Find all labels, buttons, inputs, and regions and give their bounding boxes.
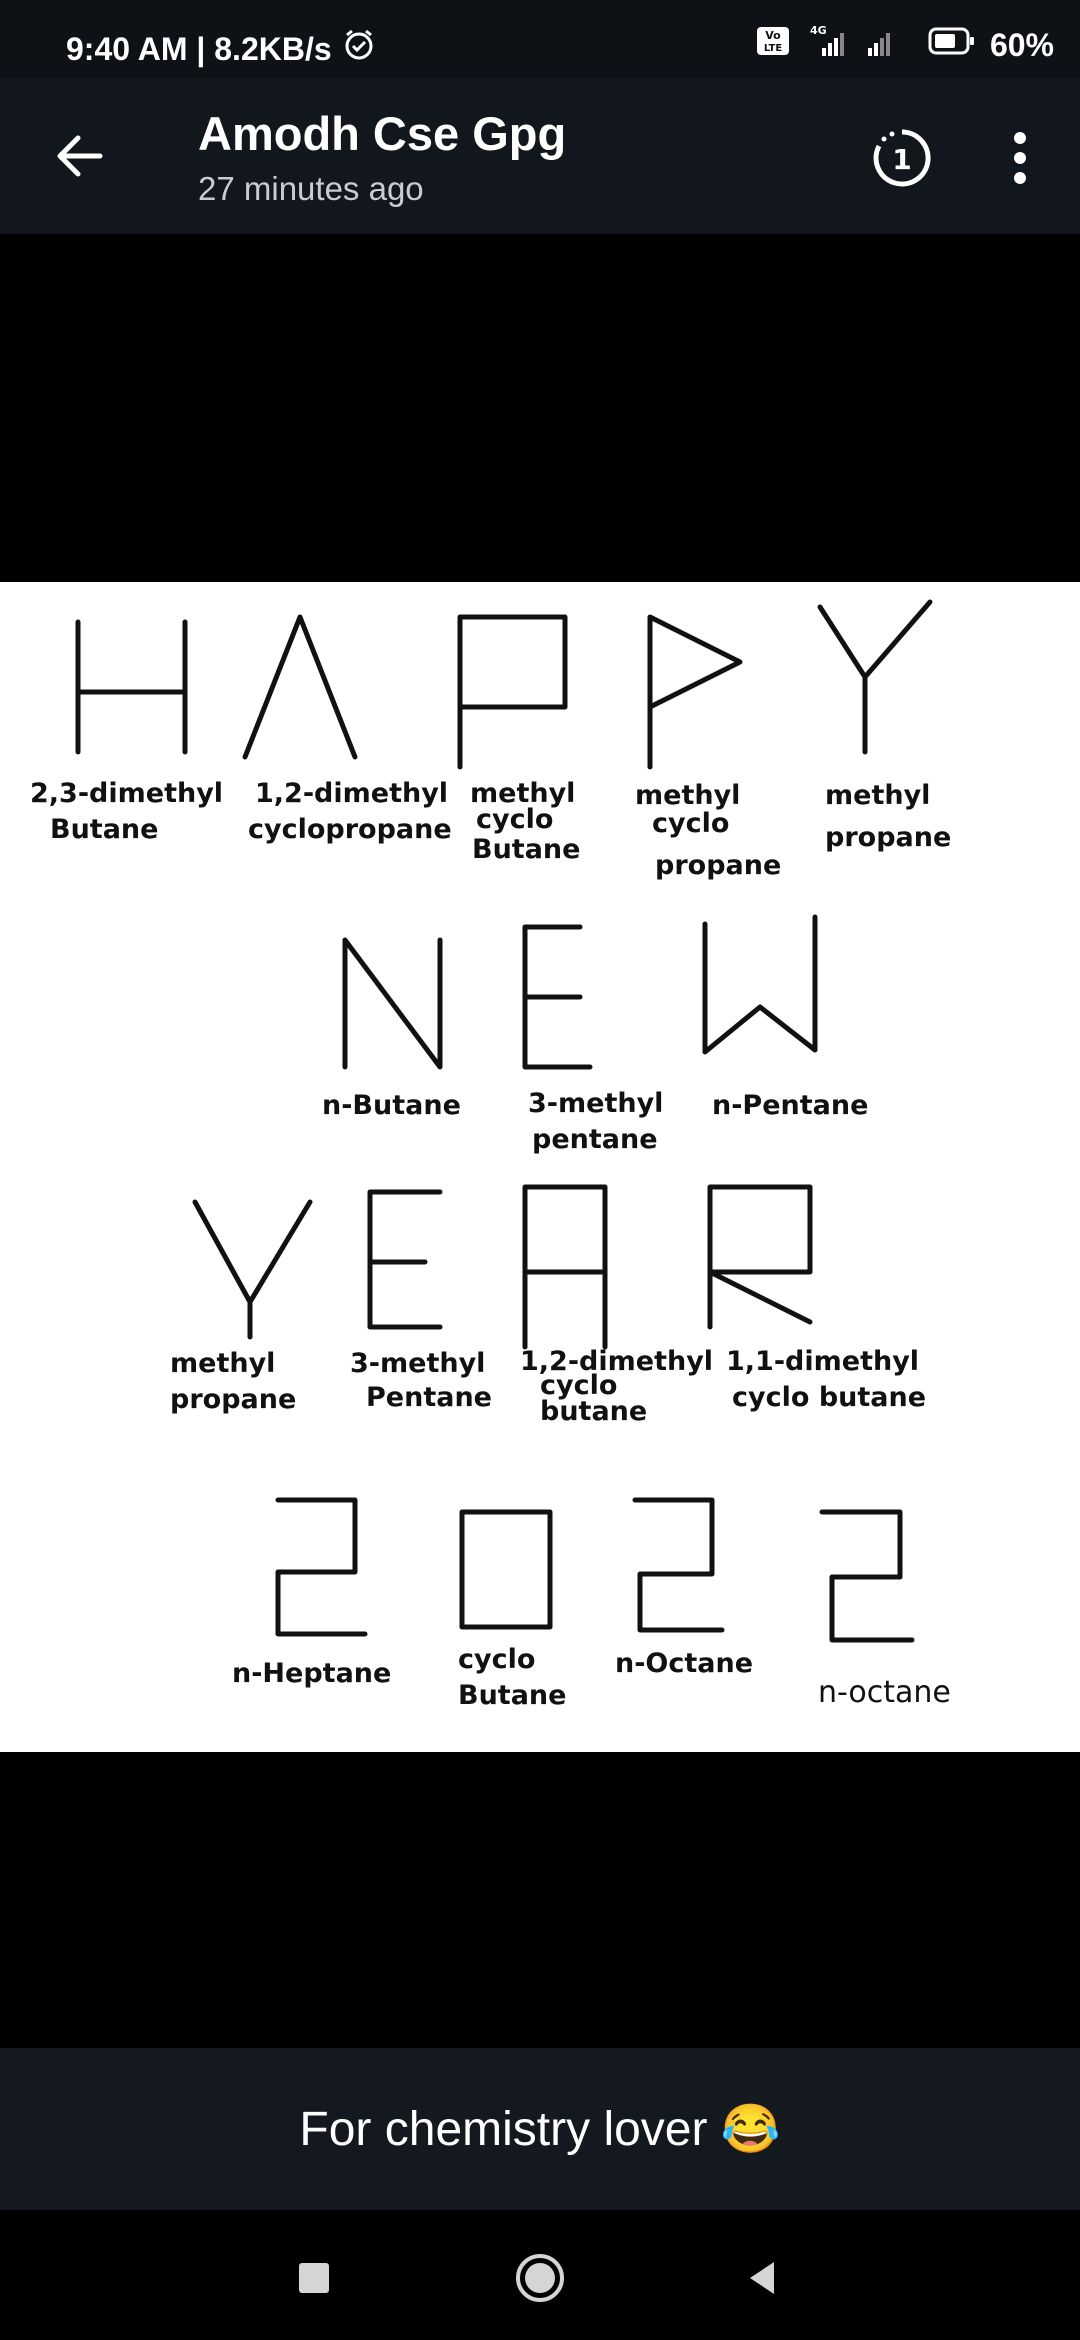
label-p2-line2: cyclo <box>652 808 729 839</box>
battery-icon <box>928 26 976 64</box>
label-p2-line1: methyl <box>635 780 740 811</box>
status-left: 9:40 AM | 8.2KB/s <box>66 28 376 70</box>
status-time-speed: 9:40 AM | 8.2KB/s <box>66 30 332 67</box>
letter-p-1 <box>457 614 568 770</box>
digit-2-1 <box>275 1497 368 1637</box>
label-a-line2: cyclopropane <box>248 814 452 845</box>
signal-icon: 4G <box>804 24 914 66</box>
label-0-line2: Butane <box>458 1680 566 1711</box>
caption-text: For chemistry lover 😂 <box>299 2103 781 2156</box>
label-r-line2: cyclo butane <box>732 1382 926 1413</box>
letter-a-2 <box>522 1184 608 1350</box>
label-y1-line1: methyl <box>825 780 930 811</box>
label-a-line1: 1,2-dimethyl <box>255 778 448 809</box>
timer-label: 1 <box>892 143 911 176</box>
svg-text:Vo: Vo <box>765 29 781 42</box>
letter-e-2 <box>367 1189 443 1330</box>
svg-text:LTE: LTE <box>764 43 783 54</box>
letter-p-2 <box>647 614 743 770</box>
battery-percent: 60% <box>989 26 1054 63</box>
digit-0 <box>459 1509 553 1630</box>
volte-icon: Vo LTE <box>756 26 790 64</box>
letter-h <box>75 619 188 755</box>
label-p1-line2: cyclo <box>476 804 553 835</box>
letter-n <box>342 937 443 1070</box>
label-y2-line2: propane <box>170 1384 296 1415</box>
letter-y-1 <box>817 599 933 755</box>
label-n-line1: n-Butane <box>322 1090 461 1121</box>
digit-2-3 <box>819 1509 915 1643</box>
status-bar: 9:40 AM | 8.2KB/s Vo LTE 4G 60% <box>0 0 1080 78</box>
letter-r <box>707 1184 813 1330</box>
label-2-2-line1: n-Octane <box>615 1648 753 1679</box>
back-icon[interactable] <box>734 2248 794 2308</box>
shared-photo: 2,3-dimethyl Butane 1,2-dimethyl cyclopr… <box>0 582 1080 1752</box>
recent-apps-icon[interactable] <box>284 2248 344 2308</box>
label-2-3-line1: n-octane <box>818 1675 951 1710</box>
label-y2-line1: methyl <box>170 1348 275 1379</box>
label-h-line1: 2,3-dimethyl <box>30 778 223 809</box>
letter-a <box>242 614 358 760</box>
label-h-line2: Butane <box>50 814 158 845</box>
label-e1-line2: pentane <box>532 1124 658 1155</box>
label-r-line1: 1,1-dimethyl <box>726 1346 919 1377</box>
sender-name: Amodh Cse Gpg <box>198 107 567 160</box>
label-p1-line3: Butane <box>472 834 580 865</box>
label-e2-line2: Pentane <box>366 1382 492 1413</box>
letter-e-1 <box>522 924 593 1070</box>
timestamp: 27 minutes ago <box>198 170 424 207</box>
back-arrow-icon[interactable] <box>48 124 112 188</box>
caption-bar: For chemistry lover 😂 <box>0 2048 1080 2210</box>
more-vert-icon[interactable] <box>990 122 1050 194</box>
label-w-line1: n-Pentane <box>712 1090 868 1121</box>
label-0-line1: cyclo <box>458 1644 535 1675</box>
status-right: Vo LTE 4G 60% <box>756 24 1054 66</box>
label-2-1-line1: n-Heptane <box>232 1658 391 1689</box>
label-p2-line3: propane <box>655 850 781 881</box>
label-e1-line1: 3-methyl <box>528 1088 663 1119</box>
home-icon[interactable] <box>510 2248 570 2308</box>
label-y1-line2: propane <box>825 822 951 853</box>
letter-w <box>702 914 818 1055</box>
letter-y-2 <box>192 1199 313 1340</box>
system-nav-bar <box>0 2210 1080 2340</box>
view-once-timer-icon[interactable]: 1 <box>870 126 934 190</box>
network-type-label: 4G <box>810 24 827 37</box>
label-a2-line3: butane <box>540 1396 647 1427</box>
viewer-header: Amodh Cse Gpg 27 minutes ago 1 <box>0 78 1080 234</box>
alarm-icon <box>342 28 376 70</box>
digit-2-2 <box>632 1497 725 1633</box>
label-e2-line1: 3-methyl <box>350 1348 485 1379</box>
